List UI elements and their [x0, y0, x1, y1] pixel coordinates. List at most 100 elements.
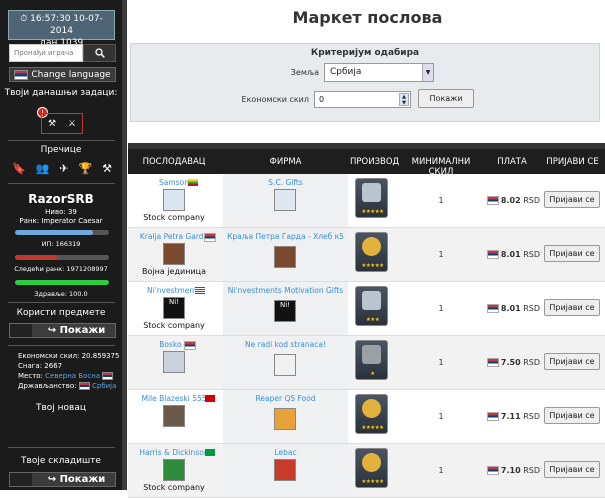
table-row: Ni'nvestments Ni! Stock company Ni'nvest…	[128, 282, 605, 336]
serbia-flag-icon	[486, 196, 499, 205]
clock-time: 16:57:30 10-07-2014	[30, 14, 103, 36]
min-skill: 1	[438, 412, 444, 421]
airplane-icon[interactable]: ✈	[59, 162, 68, 175]
skill-label: Економски скил	[241, 95, 309, 104]
header-apply: ПРИЈАВИ СЕ	[546, 157, 599, 167]
salary: 8.01 RSD	[484, 282, 540, 335]
location: Место: Северна Босна	[18, 372, 114, 381]
bookmark-icon[interactable]: 🔖	[12, 162, 26, 175]
serbia-flag-icon	[486, 250, 499, 259]
employer-avatar[interactable]	[163, 405, 185, 427]
header-product: ПРОИЗВОД	[350, 157, 400, 167]
location-label: Место:	[18, 372, 43, 380]
product-pistol-icon: ★	[355, 340, 388, 380]
product-bread-icon: ★★★★★	[355, 232, 388, 272]
change-language-button[interactable]: Change language	[9, 67, 116, 82]
trophy-icon[interactable]: 🏆	[78, 162, 92, 175]
xp-label: ИП: 166319	[41, 240, 81, 248]
table-header: ПОСЛОДАВАЦ ФИРМА ПРОИЗВОД МИНИМАЛНИ СКИЛ…	[128, 143, 605, 177]
apply-button[interactable]: Пријави се	[544, 191, 600, 208]
page-title: Маркет послова	[292, 8, 443, 27]
storage-show-button[interactable]: ↪ Покажи	[9, 472, 116, 487]
serbia-flag-icon	[486, 466, 499, 475]
employer-link[interactable]: Ni'nvestments	[128, 286, 220, 295]
tools-icon[interactable]: ⚒	[102, 162, 112, 175]
company-avatar[interactable]	[274, 189, 296, 211]
serbia-flag-icon	[486, 358, 499, 367]
search-button[interactable]	[83, 44, 116, 62]
toggle-icon	[10, 324, 32, 337]
apply-button[interactable]: Пријави се	[544, 407, 600, 424]
company-link[interactable]: S.C. Gifts	[223, 178, 348, 187]
skill-input[interactable]: 0 ▲ ▼	[314, 91, 411, 108]
product-gift-icon: ★★★	[355, 286, 388, 326]
salary: 8.01 RSD	[484, 228, 540, 281]
apply-button[interactable]: Пријави се	[544, 461, 600, 478]
username[interactable]: RazorSRB	[0, 192, 122, 206]
apply-button[interactable]: Пријави се	[544, 353, 600, 370]
search-input[interactable]	[9, 44, 83, 62]
divider	[8, 183, 115, 184]
employer-avatar[interactable]	[163, 243, 185, 265]
company-link[interactable]: Reaper QS Food	[223, 394, 348, 403]
divider	[8, 302, 115, 303]
employer-type: Stock company	[143, 213, 205, 222]
serbia-flag-icon	[78, 382, 90, 390]
company-link[interactable]: Ne radi kod stranaca!	[223, 340, 348, 349]
employer-avatar[interactable]	[163, 189, 185, 211]
share-icon: ↪	[47, 474, 57, 485]
company-avatar[interactable]	[274, 354, 296, 376]
player-search	[9, 44, 116, 62]
work-task-icon[interactable]: ⚒	[48, 119, 56, 129]
company-avatar[interactable]	[274, 408, 296, 430]
citizenship-link[interactable]: Србија	[92, 382, 116, 390]
min-skill: 1	[438, 466, 444, 475]
money-title: Твој новац	[35, 403, 86, 413]
company-link[interactable]: Ni'nvestments Motivation Gifts	[223, 286, 348, 295]
daily-tasks-title: Твоји данашњи задаци:	[4, 88, 118, 98]
table-row: Kralja Petra Garda Војна јединица Краља …	[128, 228, 605, 282]
employer-type: Stock company	[143, 483, 205, 492]
lithuania-flag-icon	[188, 179, 198, 186]
clock-icon: ⏱	[20, 14, 28, 24]
location-link[interactable]: Северна Босна	[45, 372, 100, 380]
employer-type: Stock company	[143, 321, 205, 330]
change-language-label: Change language	[31, 69, 111, 80]
apply-button[interactable]: Пријави се	[544, 245, 600, 262]
fight-task-icon[interactable]: ⚔	[68, 119, 76, 129]
people-icon[interactable]: 👥	[36, 162, 50, 175]
player-level: Ниво: 39	[45, 208, 77, 216]
serbia-flag-icon	[184, 341, 196, 350]
min-skill: 1	[438, 358, 444, 367]
country-label: Земља	[290, 68, 319, 77]
company-link[interactable]: Lebac	[223, 448, 348, 457]
product-bread-icon: ★★★★★	[355, 394, 388, 434]
employer-avatar[interactable]	[163, 351, 185, 373]
employer-avatar[interactable]: Ni!	[163, 297, 185, 319]
apply-button[interactable]: Пријави се	[544, 299, 600, 316]
company-avatar[interactable]	[274, 246, 296, 268]
toggle-icon	[10, 473, 32, 486]
company-avatar[interactable]: Ni!	[274, 300, 296, 322]
citizenship-label: Држављанство:	[18, 382, 77, 390]
employer-link[interactable]: Samson	[128, 178, 220, 187]
header-company: ФИРМА	[269, 157, 302, 167]
serbia-flag-icon	[14, 69, 29, 80]
show-button[interactable]: Покажи	[418, 89, 474, 108]
quality-stars: ★★★	[365, 317, 380, 323]
country-select[interactable]: Србија ▼	[324, 63, 434, 82]
serbia-flag-icon	[102, 372, 114, 380]
table-row: Mile Blazeski 555 Reaper QS Food ★★★★★ 1…	[128, 390, 605, 444]
use-items-show-button[interactable]: ↪ Покажи	[9, 323, 116, 338]
employer-avatar[interactable]	[163, 459, 185, 481]
company-link[interactable]: Краља Петра Гарда - Хлеб к5	[223, 232, 348, 241]
salary: 7.11 RSD	[484, 390, 540, 443]
divider	[8, 345, 115, 346]
spinner-icon[interactable]: ▲ ▼	[399, 93, 409, 106]
company-avatar[interactable]	[274, 459, 296, 481]
brazil-flag-icon	[205, 449, 215, 456]
employer-link[interactable]: Bosko E	[128, 340, 220, 349]
macedonia-flag-icon	[205, 395, 215, 402]
table-row: Samson Stock company S.C. Gifts ★★★★★ 1 …	[128, 174, 605, 228]
filter-title: Критеријум одабира	[310, 48, 420, 58]
